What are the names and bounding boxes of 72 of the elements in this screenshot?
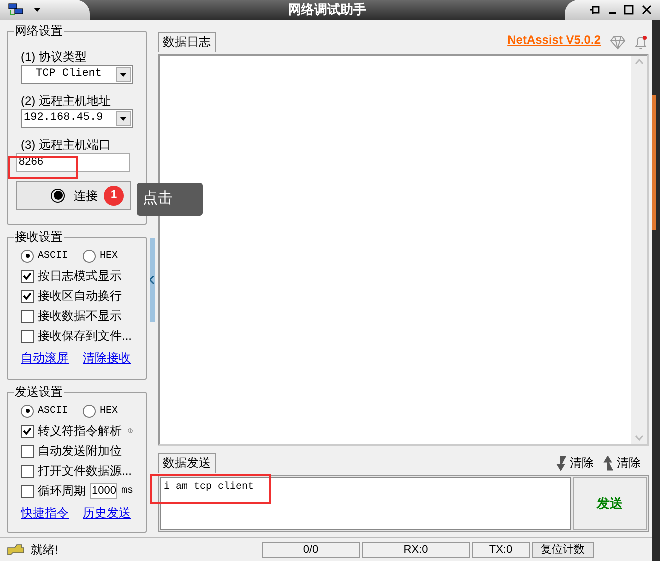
tx-count: TX:0 [472, 542, 530, 558]
check-icon [23, 292, 32, 300]
connection-indicator-icon [51, 188, 65, 202]
checkbox[interactable] [21, 424, 34, 438]
option-label: 接收数据不显示 [38, 308, 122, 325]
checkbox[interactable] [21, 330, 34, 342]
checkbox[interactable] [21, 290, 34, 302]
radio-button[interactable] [83, 404, 96, 418]
group-title: 接收设置 [14, 230, 64, 244]
radio-button[interactable] [83, 250, 96, 262]
tab[interactable]: 数据发送 [158, 453, 216, 473]
field-label: (2) 远程主机地址 [21, 93, 112, 109]
checkbox[interactable] [21, 444, 34, 458]
chevron-left-icon [150, 276, 155, 284]
close-icon [642, 5, 652, 15]
counter-text: 0/0 [262, 542, 360, 558]
network-icon [8, 3, 24, 17]
checkbox[interactable] [21, 484, 34, 498]
tooltip: 点击 [137, 183, 203, 216]
bell-icon [633, 35, 649, 50]
clear-send-button[interactable]: 清除 [602, 454, 641, 472]
caret-icon [120, 72, 127, 76]
check-icon [23, 272, 32, 280]
link[interactable]: 自动滚屏 [21, 349, 69, 367]
radio-button[interactable] [21, 404, 34, 418]
collapse-handle[interactable] [150, 238, 155, 322]
field-label: (1) 协议类型 [21, 49, 88, 65]
option-label: ASCII [38, 404, 68, 418]
checkbox[interactable] [21, 270, 34, 282]
option-label: 打开文件数据源... [38, 463, 132, 480]
option-label: 接收保存到文件... [38, 328, 132, 345]
status-text: 就绪! [31, 542, 58, 558]
caret-icon [120, 116, 127, 120]
option-label: HEX [100, 404, 118, 418]
checkbox[interactable] [21, 464, 34, 478]
group-title: 发送设置 [14, 385, 64, 399]
option-label: 循环周期 [38, 483, 86, 500]
dropdown[interactable]: 192.168.45.9 [21, 109, 133, 128]
option-label: 按日志模式显示 [38, 268, 122, 285]
option-label: ASCII [38, 250, 68, 264]
period-field[interactable]: 1000 [90, 483, 118, 499]
highlight-box [8, 156, 78, 179]
send-button[interactable]: 发送 [573, 477, 647, 530]
group-title: 网络设置 [14, 24, 64, 38]
reset-count-button[interactable]: 复位计数 [532, 542, 594, 558]
check-icon [23, 426, 32, 436]
checkbox[interactable] [21, 310, 34, 322]
step-badge: 1 [104, 186, 124, 206]
down-arrow-icon [555, 456, 567, 470]
connect-button[interactable]: 连接 1 [16, 181, 131, 210]
option-label: 自动发送附加位 [38, 443, 122, 460]
up-arrow-icon [602, 456, 614, 470]
maximize-icon [624, 5, 634, 15]
link[interactable]: 快捷指令 [21, 504, 69, 522]
caret-icon [34, 8, 41, 12]
dropdown[interactable]: TCP Client [21, 65, 133, 84]
diamond-icon [610, 36, 626, 50]
unit-label: ms [121, 484, 134, 498]
option-label: 接收区自动换行 [38, 288, 122, 305]
link[interactable]: 清除接收 [83, 349, 131, 367]
clear-receive-button[interactable]: 清除 [555, 454, 594, 472]
send-text-area[interactable]: i am tcp client [160, 477, 571, 530]
option-label: HEX [100, 250, 118, 264]
link[interactable]: 历史发送 [83, 504, 131, 522]
tab[interactable]: 数据日志 [158, 32, 216, 52]
rx-count: RX:0 [362, 542, 470, 558]
option-label: 转义符指令解析 [38, 423, 122, 440]
radio-button[interactable] [21, 250, 34, 262]
field-label: (3) 远程主机端口 [21, 137, 112, 153]
window-title: 网络调试助手 [288, 1, 366, 20]
minimize-icon [609, 12, 616, 14]
pin-icon [589, 5, 601, 15]
